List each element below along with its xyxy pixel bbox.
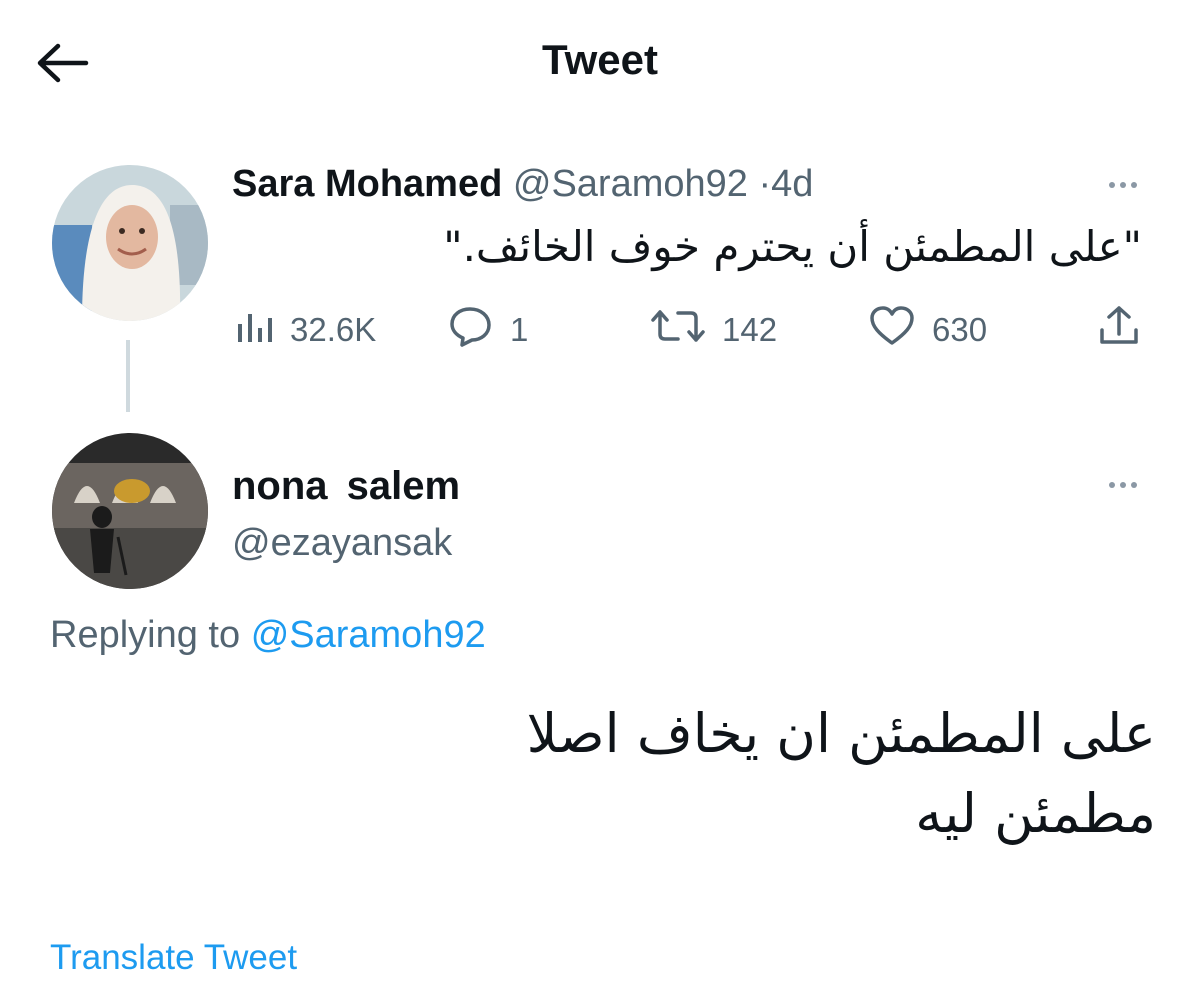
reply-text: على المطمئن ان يخاف اصلا مطمئن ليه — [300, 694, 1156, 854]
replies-count: 1 — [510, 311, 529, 348]
likes-count: 630 — [932, 311, 988, 348]
reply-author-handle[interactable]: @ezayansak — [232, 522, 452, 565]
more-icon — [1109, 182, 1137, 188]
avatar[interactable] — [52, 165, 208, 321]
reply-author-name[interactable]: nona salem — [232, 464, 460, 509]
share-icon — [1096, 304, 1142, 356]
reply-text-line: على المطمئن ان يخاف اصلا — [526, 702, 1156, 765]
tweet-time[interactable]: 4d — [771, 163, 813, 205]
retweets-count: 142 — [722, 311, 778, 348]
author-name[interactable]: Sara Mohamed — [232, 163, 502, 205]
reply-text-line: مطمئن ليه — [915, 782, 1156, 845]
analytics-icon — [234, 308, 274, 352]
retweet-icon — [650, 306, 706, 354]
like-button[interactable]: 630 — [868, 305, 987, 355]
more-button[interactable] — [1098, 170, 1148, 200]
avatar[interactable] — [52, 433, 208, 589]
reply-icon — [448, 305, 494, 355]
tweet-text: "على المطمئن أن يحترم خوف الخائف." — [443, 222, 1142, 271]
profile-photo — [52, 165, 208, 321]
page-title: Tweet — [542, 36, 658, 83]
more-button[interactable] — [1098, 470, 1148, 500]
replying-to: Replying to @Saramoh92 — [50, 614, 486, 657]
thread-line — [126, 340, 130, 412]
heart-icon — [868, 305, 916, 355]
replying-prefix: Replying to — [50, 614, 241, 656]
share-button[interactable] — [1096, 305, 1158, 355]
translate-tweet-link[interactable]: Translate Tweet — [50, 938, 297, 978]
reply-button[interactable]: 1 — [448, 305, 528, 355]
tweet-header: Sara Mohamed @Saramoh92 ·4d — [232, 163, 813, 206]
views-count: 32.6K — [290, 311, 377, 348]
profile-photo — [52, 433, 208, 589]
views-stat[interactable]: 32.6K — [234, 305, 376, 355]
more-icon — [1109, 482, 1137, 488]
author-handle[interactable]: @Saramoh92 — [513, 163, 748, 205]
retweet-button[interactable]: 142 — [650, 305, 777, 355]
replying-to-mention[interactable]: @Saramoh92 — [251, 614, 486, 656]
separator-dot: · — [758, 163, 772, 205]
